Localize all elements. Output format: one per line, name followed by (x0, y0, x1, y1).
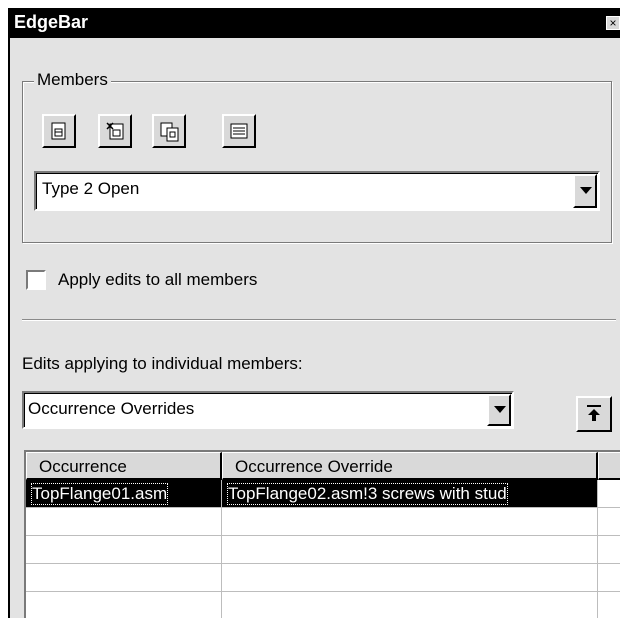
overrides-table: Occurrence Occurrence Override TopFlange… (24, 450, 620, 618)
chevron-down-icon (580, 187, 592, 194)
column-header-occurrence[interactable]: Occurrence (26, 452, 222, 480)
cell-text: TopFlange01.asm (30, 483, 169, 505)
table-cell-override[interactable] (222, 564, 598, 592)
delete-member-icon (106, 122, 124, 140)
member-select[interactable]: Type 2 Open (34, 171, 600, 211)
member-select-dropdown[interactable] (573, 174, 597, 208)
table-cell-filler (598, 480, 620, 508)
upload-icon (587, 405, 601, 421)
column-header-label: Occurrence (39, 457, 127, 476)
apply-all-label[interactable]: Apply edits to all members (58, 270, 257, 290)
table-cell-override[interactable] (222, 508, 598, 536)
table-cell-filler (598, 536, 620, 564)
edits-select-value: Occurrence Overrides (28, 399, 195, 418)
window-title: EdgeBar (14, 12, 89, 32)
table-cell-override[interactable]: TopFlange02.asm!3 screws with stud (222, 480, 598, 508)
title-bar: EdgeBar × (10, 8, 620, 38)
column-header-filler (598, 452, 620, 480)
column-header-occurrence-override[interactable]: Occurrence Override (222, 452, 598, 480)
edits-select[interactable]: Occurrence Overrides (22, 391, 514, 429)
table-cell-override[interactable] (222, 536, 598, 564)
copy-member-button[interactable] (152, 114, 186, 148)
copy-member-icon (160, 122, 179, 142)
close-icon[interactable]: × (606, 16, 620, 30)
table-cell-filler (598, 564, 620, 592)
table-cell-occurrence[interactable] (26, 508, 222, 536)
add-member-button[interactable] (42, 114, 76, 148)
chevron-down-icon (494, 406, 506, 413)
member-select-value: Type 2 Open (42, 179, 140, 198)
edits-select-dropdown[interactable] (487, 394, 511, 426)
table-cell-occurrence[interactable] (26, 564, 222, 592)
member-properties-button[interactable] (222, 114, 256, 148)
table-cell-filler (598, 508, 620, 536)
cell-text: TopFlange02.asm!3 screws with stud (227, 483, 508, 505)
edgebar-panel: EdgeBar × Members Type 2 Open Apply edit… (8, 8, 620, 618)
members-group (22, 81, 612, 243)
apply-all-checkbox[interactable] (26, 270, 46, 290)
table-cell-occurrence[interactable] (26, 536, 222, 564)
table-cell-filler (598, 592, 620, 618)
delete-member-button[interactable] (98, 114, 132, 148)
member-properties-icon (230, 123, 248, 139)
add-member-icon (51, 122, 66, 140)
table-cell-override[interactable] (222, 592, 598, 618)
table-cell-occurrence[interactable] (26, 592, 222, 618)
section-divider (22, 319, 616, 321)
table-cell-occurrence[interactable]: TopFlange01.asm (26, 480, 222, 508)
column-header-label: Occurrence Override (235, 457, 393, 476)
edits-label: Edits applying to individual members: (22, 354, 303, 373)
members-legend: Members (34, 70, 111, 90)
promote-button[interactable] (576, 396, 612, 432)
